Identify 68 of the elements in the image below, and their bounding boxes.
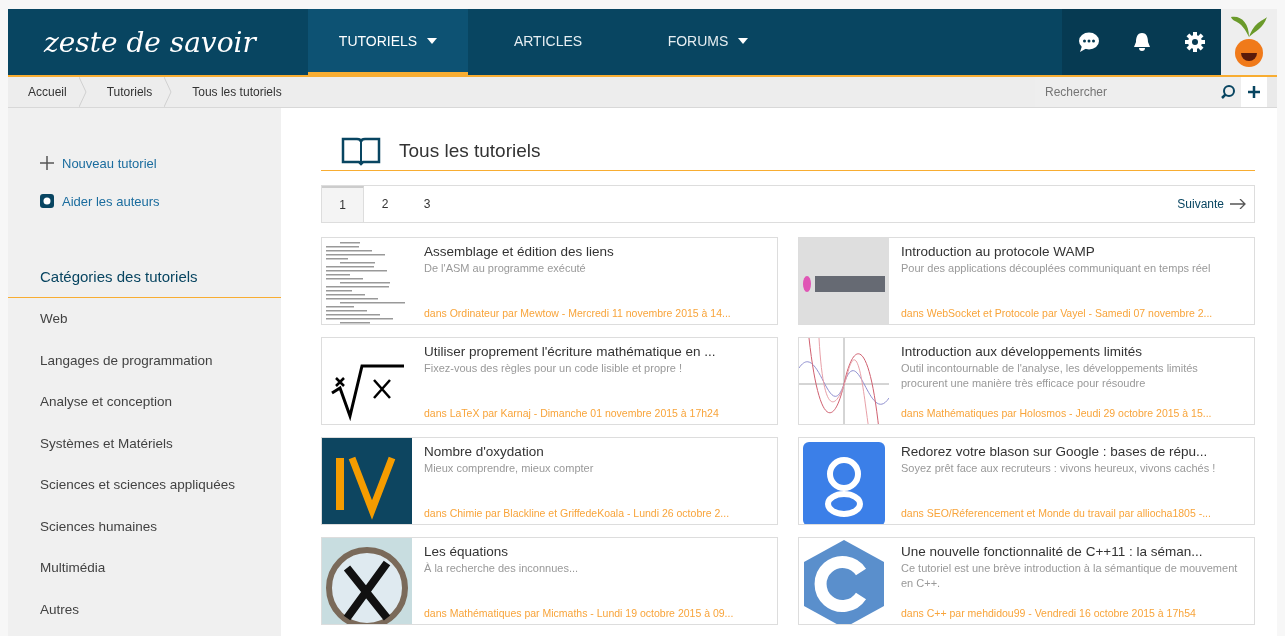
tutorial-title[interactable]: Introduction au protocole WAMP xyxy=(901,244,1244,259)
bell-icon[interactable] xyxy=(1132,32,1151,52)
category-link[interactable]: Analyse et conception xyxy=(8,381,281,423)
tutorial-card[interactable]: Une nouvelle fonctionnalité de C++11 : la séman... Ce tutoriel est une brève introduction à la sémantique de mouvement en C++. dans C++ par mehdidou99 - Vendredi 16 octobre 2015 à 17h54 xyxy=(798,537,1255,625)
category-link[interactable]: Web xyxy=(8,298,281,340)
tutorial-title[interactable]: Les équations xyxy=(424,544,767,559)
open-book-icon xyxy=(341,136,381,166)
search-icon xyxy=(1221,85,1235,99)
tutorial-title[interactable]: Une nouvelle fonctionnalité de C++11 : la séman... xyxy=(901,544,1244,559)
category-link[interactable]: Sciences humaines xyxy=(8,505,281,547)
tutorial-meta: dans Ordinateur par Mewtow - Mercredi 11 novembre 2015 à 14... xyxy=(424,306,732,320)
tutorial-description: Ce tutoriel est une brève introduction à la sémantique de mouvement en C++. xyxy=(901,561,1239,591)
tutorial-description: Outil incontournable de l'analyse, les développements limités procurent une manière très efficace pour résoudre xyxy=(901,361,1199,391)
plus-icon xyxy=(1248,86,1260,98)
tutorial-meta: dans LaTeX par Karnaj - Dimanche 01 novembre 2015 à 17h24 xyxy=(424,406,720,420)
plus-icon xyxy=(40,156,54,170)
tutorial-description: Fixez-vous des règles pour un code lisible et propre ! xyxy=(424,361,684,376)
sidebar-action-link[interactable]: Nouveau tutoriel xyxy=(8,144,281,182)
category-link[interactable]: Multimédia xyxy=(8,547,281,589)
tutorial-description: Soyez prêt face aux recruteurs : vivons heureux, vivons cachés ! xyxy=(901,461,1217,476)
tutorial-card[interactable]: Utiliser proprement l'écriture mathématique en ... Fixez-vous des règles pour un code lisible et propre ! dans LaTeX par Karnaj - Dimanche 01 novembre 2015 à 17h24 xyxy=(321,337,778,425)
tutorial-title[interactable]: Utiliser proprement l'écriture mathématique en ... xyxy=(424,344,767,359)
breadcrumb-link[interactable]: Tous les tutoriels xyxy=(172,85,294,99)
next-page-link[interactable]: Suivante xyxy=(1169,186,1254,222)
tutorial-meta: dans C++ par mehdidou99 - Vendredi 16 octobre 2015 à 17h54 xyxy=(901,606,1197,620)
avatar-icon[interactable] xyxy=(1229,15,1269,69)
page-button[interactable]: 3 xyxy=(406,186,448,222)
page-button[interactable]: 2 xyxy=(364,186,406,222)
tutorial-card[interactable] xyxy=(798,337,1255,425)
tutorial-meta: dans Mathématiques par Micmaths - Lundi 19 octobre 2015 à 09... xyxy=(424,606,735,620)
nav-tab[interactable]: ARTICLES xyxy=(468,9,628,75)
sidebar-action-link[interactable]: Aider les auteurs xyxy=(8,182,281,220)
page-title: Tous les tutoriels xyxy=(399,140,541,162)
tutorial-meta: dans SEO/Réferencement et Monde du travail par alliocha1805 -... xyxy=(901,506,1212,520)
category-link[interactable]: Langages de programmation xyxy=(8,339,281,381)
tutorial-title[interactable]: Assemblage et édition des liens xyxy=(424,244,767,259)
search-field[interactable]: Rechercher xyxy=(1035,77,1215,107)
page-button[interactable]: 1 xyxy=(322,186,364,222)
breadcrumb-link[interactable]: Accueil xyxy=(8,85,79,99)
breadcrumb-link[interactable]: Tutoriels xyxy=(86,85,165,99)
nav-tab[interactable]: FORUMS xyxy=(628,9,788,75)
category-link[interactable]: Sciences et sciences appliquées xyxy=(8,464,281,506)
chat-bubble-icon[interactable] xyxy=(1077,32,1100,52)
tutorial-card[interactable]: Les équations À la recherche des inconnues... dans Mathématiques par Micmaths - Lundi 19 octobre 2015 à 09... xyxy=(321,537,778,625)
tutorial-meta: dans WebSocket et Protocole par Vayel - Samedi 07 novembre 2... xyxy=(901,306,1214,320)
action-label[interactable]: Nouveau tutoriel xyxy=(62,155,157,171)
arrow-right-icon xyxy=(1230,199,1246,209)
tutorial-meta: dans Mathématiques par Holosmos - Jeudi 29 octobre 2015 à 15... xyxy=(901,406,1213,420)
tutorial-title[interactable]: Nombre d'oxydation xyxy=(424,444,767,459)
tutorial-description: À la recherche des inconnues... xyxy=(424,561,580,576)
tutorial-description: De l'ASM au programme exécuté xyxy=(424,261,587,276)
tutorial-description: Mieux comprendre, mieux compter xyxy=(424,461,595,476)
tutorial-card[interactable]: Assemblage et édition des liens De l'ASM au programme exécuté dans Ordinateur par Mewtow - Mercredi 11 novembre 2015 à 14... xyxy=(321,237,778,325)
category-link[interactable]: Systèmes et Matériels xyxy=(8,422,281,464)
tutorial-card[interactable]: Nombre d'oxydation Mieux comprendre, mieux compter dans Chimie par Blackline et GriffedeKoala - Lundi 26 octobre 2... xyxy=(321,437,778,525)
nav-tab[interactable]: TUTORIELS xyxy=(308,9,468,75)
settings-icon[interactable] xyxy=(1184,32,1205,52)
tutorial-card[interactable]: Redorez votre blason sur Google : bases de répu... Soyez prêt face aux recruteurs : vivons heureux, vivons cachés ! dans SEO/Réferencement et Monde du travail par alliocha1805 -... xyxy=(798,437,1255,525)
tutorial-description: Pour des applications découplées communiquant en temps réel xyxy=(901,261,1212,276)
site-logo[interactable]: zeste de savoir xyxy=(8,9,308,75)
search-button[interactable] xyxy=(1215,77,1241,107)
action-label[interactable]: Aider les auteurs xyxy=(62,193,160,209)
tutorial-meta: dans Chimie par Blackline et GriffedeKoala - Lundi 26 octobre 2... xyxy=(424,506,731,520)
category-link[interactable]: Autres xyxy=(8,588,281,630)
tutorial-title[interactable]: Redorez votre blason sur Google : bases de répu... xyxy=(901,444,1244,459)
tutorial-card[interactable]: Introduction au protocole WAMP Pour des applications découplées communiquant en temps réel dans WebSocket et Protocole par Vayel - Samedi 07 novembre 2... xyxy=(798,237,1255,325)
add-button[interactable] xyxy=(1241,77,1267,107)
tutorial-title[interactable]: Introduction aux développements limités xyxy=(901,344,1244,359)
